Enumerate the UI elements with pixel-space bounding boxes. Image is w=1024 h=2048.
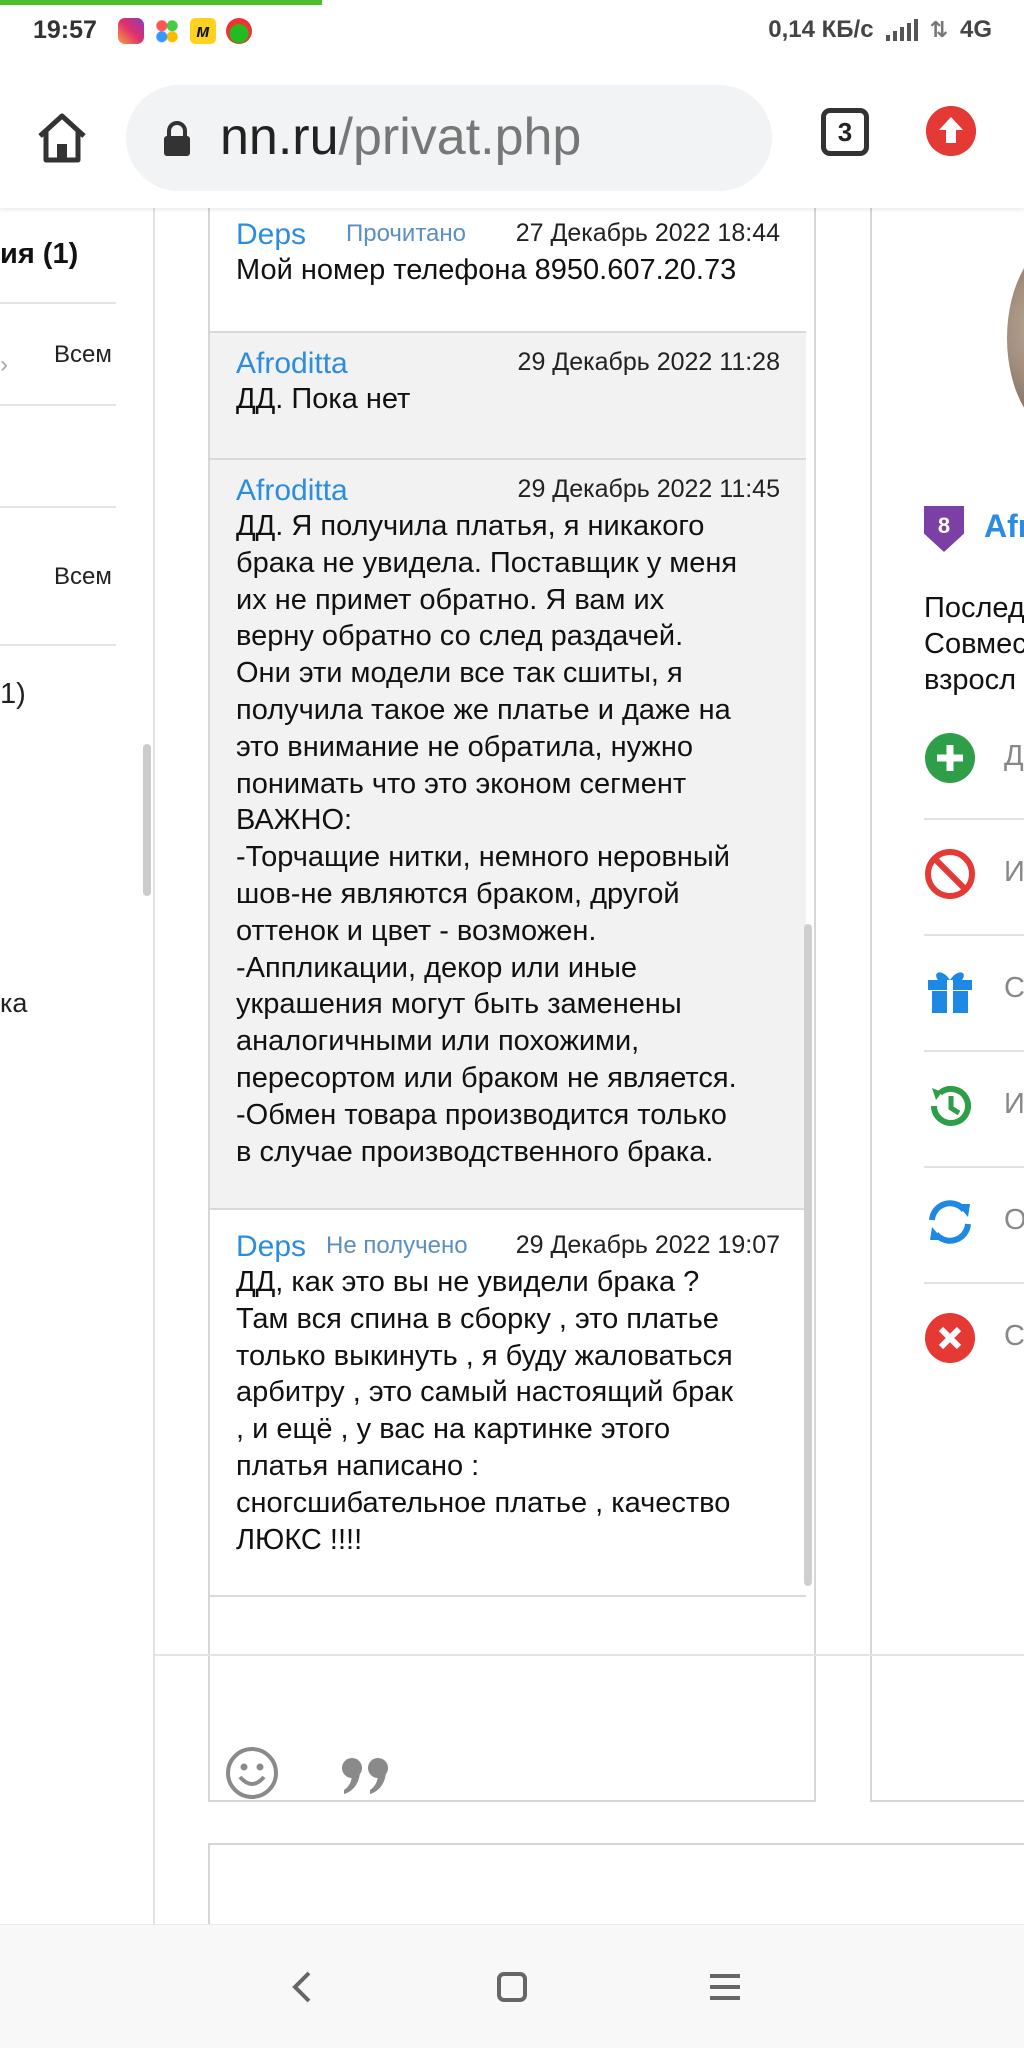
status-time: 19:57 xyxy=(33,16,97,44)
chat-panel: Deps Прочитано 27 Декабрь 2022 18:44 Мой… xyxy=(208,208,816,1802)
message-header: Afroditta 29 Декабрь 2022 11:45 xyxy=(236,468,780,508)
message-time: 27 Декабрь 2022 18:44 xyxy=(515,219,780,247)
message: Deps Не получено 29 Декабрь 2022 19:07 Д… xyxy=(210,1210,806,1597)
chat-scrollbar[interactable] xyxy=(804,924,812,1586)
page-content: ия (1) Всем › Всем 1) ка Deps Прочитано … xyxy=(0,208,1024,1924)
message-time: 29 Декабрь 2022 19:07 xyxy=(515,1231,780,1259)
url-domain: nn.ru xyxy=(220,108,339,166)
home-icon[interactable] xyxy=(34,110,90,166)
profile-info: Послед xyxy=(924,592,1024,624)
action-label: Д xyxy=(1004,740,1024,772)
url-text: nn.ru/privat.php xyxy=(220,107,581,167)
system-nav-bar xyxy=(0,1924,1024,2048)
divider xyxy=(155,1654,1024,1656)
profile-info: Совмес xyxy=(924,628,1024,660)
avatar[interactable] xyxy=(1007,238,1024,438)
message-author[interactable]: Afroditta xyxy=(236,474,348,508)
message: Afroditta 29 Декабрь 2022 11:28 ДД. Пока… xyxy=(210,333,806,460)
left-scrollbar[interactable] xyxy=(143,744,151,896)
left-row-marker: › xyxy=(0,351,8,378)
message: Deps Прочитано 27 Декабрь 2022 18:44 Мой… xyxy=(210,208,806,333)
message-author[interactable]: Afroditta xyxy=(236,347,348,381)
left-fragment: ка xyxy=(0,988,28,1018)
home-square-icon[interactable] xyxy=(484,1959,540,2015)
profile-action-gift[interactable]: С xyxy=(924,928,1024,1046)
gift-icon xyxy=(928,972,972,1013)
lock-icon xyxy=(164,121,190,156)
menu-icon[interactable] xyxy=(697,1959,753,2015)
network-speed: 0,14 КБ/с xyxy=(768,16,874,43)
divider xyxy=(0,506,116,508)
message-state: Прочитано xyxy=(346,220,466,247)
message-editor[interactable] xyxy=(208,1843,1024,1924)
message-author[interactable]: Deps xyxy=(236,1230,306,1264)
back-icon[interactable] xyxy=(275,1959,331,2015)
address-bar[interactable]: nn.ru/privat.php xyxy=(126,85,772,191)
divider xyxy=(0,404,116,406)
action-label: С xyxy=(1004,1320,1024,1352)
profile-action-add[interactable]: Д xyxy=(924,696,1024,814)
browser-toolbar: nn.ru/privat.php 3 xyxy=(0,64,1024,208)
message-text: Мой номер телефона 8950.607.20.73 xyxy=(236,254,737,286)
profile-action-remove[interactable]: С xyxy=(924,1276,1024,1394)
dots-app-icon xyxy=(154,18,180,44)
notification-icons: м xyxy=(118,18,252,44)
message-text: ДД. Пока нет xyxy=(236,383,411,415)
status-right: 0,14 КБ/с ⇅ 4G xyxy=(768,16,992,44)
divider xyxy=(0,302,116,304)
action-label: И xyxy=(1004,856,1024,888)
page-load-progress xyxy=(0,0,322,5)
profile-action-refresh[interactable]: О xyxy=(924,1160,1024,1278)
action-label: С xyxy=(1004,972,1024,1004)
message-header: Deps Не получено 29 Декабрь 2022 19:07 xyxy=(236,1224,780,1264)
signal-icon xyxy=(885,19,918,41)
message-list: Deps Прочитано 27 Декабрь 2022 18:44 Мой… xyxy=(210,208,806,1597)
market-icon: м xyxy=(190,18,216,44)
plus-circle-icon xyxy=(925,733,975,783)
divider xyxy=(0,644,116,646)
message: Afroditta 29 Декабрь 2022 11:45 ДД. Я по… xyxy=(210,460,806,1210)
ban-icon xyxy=(925,849,975,899)
action-label: И xyxy=(1004,1088,1024,1120)
message-header: Deps Прочитано 27 Декабрь 2022 18:44 xyxy=(236,212,780,252)
quote-icon[interactable] xyxy=(340,1756,396,1796)
ball-app-icon xyxy=(226,18,252,44)
refresh-icon xyxy=(929,1200,971,1244)
history-icon xyxy=(931,1086,971,1126)
close-circle-icon xyxy=(925,1313,975,1363)
instagram-icon xyxy=(118,18,144,44)
message-time: 29 Декабрь 2022 11:45 xyxy=(517,475,780,503)
message-text: ДД, как это вы не увидели брака ? Там вс… xyxy=(236,1266,734,1556)
data-arrows-icon: ⇅ xyxy=(929,17,948,42)
message-state: Не получено xyxy=(326,1232,468,1259)
left-row-label[interactable]: Всем xyxy=(54,563,112,591)
network-type: 4G xyxy=(959,16,992,43)
profile-name[interactable]: Afr xyxy=(984,508,1024,545)
message-time: 29 Декабрь 2022 11:28 xyxy=(517,348,780,376)
level-badge: 8 xyxy=(924,506,964,552)
profile-action-history[interactable]: И xyxy=(924,1044,1024,1162)
profile-card: 8 Afr Послед Совмес взросл Д И С И О С xyxy=(870,208,1024,1802)
message-author[interactable]: Deps xyxy=(236,218,306,252)
message-header: Afroditta 29 Декабрь 2022 11:28 xyxy=(236,341,780,381)
upload-icon[interactable] xyxy=(926,106,976,156)
action-label: О xyxy=(1004,1204,1024,1236)
left-row-label[interactable]: Всем xyxy=(54,341,112,369)
url-path: /privat.php xyxy=(338,108,582,166)
left-column: ия (1) Всем › Всем 1) ка xyxy=(0,208,155,1924)
profile-info: взросл xyxy=(924,664,1017,696)
status-bar: 19:57 м 0,14 КБ/с ⇅ 4G xyxy=(0,0,1024,64)
profile-action-ignore[interactable]: И xyxy=(924,812,1024,930)
tab-switcher-button[interactable]: 3 xyxy=(821,108,869,156)
smile-icon[interactable] xyxy=(224,1745,280,1801)
message-text: ДД. Я получила платья, я никакого брака … xyxy=(236,510,738,1168)
left-fragment: 1) xyxy=(0,678,26,710)
left-heading: ия (1) xyxy=(0,238,79,270)
